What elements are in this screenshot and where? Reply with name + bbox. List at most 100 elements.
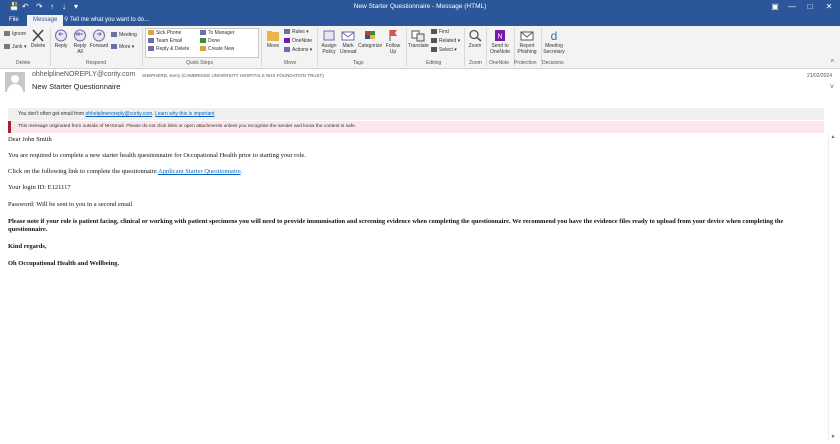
meeting-secretary-label: Meeting Secretary	[543, 43, 565, 55]
learn-why-link[interactable]: Learn why this is important	[155, 111, 214, 117]
quick-step-label: Done	[208, 38, 220, 44]
rules-button[interactable]: Rules ▾	[284, 29, 309, 36]
message-subject: New Starter Questionnaire	[32, 82, 121, 91]
quick-step-item[interactable]: Done	[200, 38, 220, 45]
info-email-link[interactable]: ohhelplinenoreply@cority.com	[85, 111, 152, 117]
more-button[interactable]: More ▾	[111, 44, 134, 51]
quick-step-item[interactable]: To Manager	[200, 30, 234, 37]
send-to-onenote-label: Send to OneNote	[489, 43, 510, 55]
meeting-label: Meeting	[119, 32, 137, 38]
tell-me-label: Tell me what you want to do...	[69, 17, 150, 23]
actions-button[interactable]: Actions ▾	[284, 47, 312, 54]
translate-button[interactable]: Translate	[408, 29, 429, 49]
paragraph-2-prefix: Click on the following link to complete …	[8, 168, 157, 175]
move-group-label: Move	[284, 60, 297, 66]
ribbon-display-options-icon[interactable]: ▣	[768, 1, 782, 13]
close-button[interactable]: ✕	[822, 1, 836, 13]
send-to-onenote-button[interactable]: N Send to OneNote	[488, 29, 512, 55]
decisions-group-label: Decisions	[542, 60, 564, 66]
forward-icon	[93, 29, 105, 42]
junk-button[interactable]: Junk ▾	[4, 44, 26, 51]
maximize-button[interactable]: □	[803, 1, 817, 13]
report-phishing-label: Report Phishing	[517, 43, 537, 55]
sender-avatar	[5, 72, 25, 92]
scroll-down-icon[interactable]: ▼	[829, 434, 837, 440]
questionnaire-link[interactable]: Applicant Starter Questionnaire	[158, 168, 241, 175]
reply-button[interactable]: Reply	[53, 29, 69, 49]
meeting-secretary-button[interactable]: d Meeting Secretary	[542, 29, 566, 55]
move-label: Move	[266, 43, 280, 49]
quick-step-icon	[148, 30, 154, 35]
quick-step-label: Team Email	[156, 38, 183, 44]
external-warning-banner: This message originated from outside of …	[8, 121, 824, 133]
rules-icon	[284, 29, 290, 34]
meeting-icon	[111, 32, 117, 37]
reply-all-label: Reply All	[73, 43, 87, 55]
lightbulb-icon: ⚲	[64, 17, 69, 23]
delete-button[interactable]: Delete	[30, 29, 46, 49]
move-button[interactable]: Move	[264, 29, 282, 49]
separator	[464, 28, 465, 66]
onenote-group-label: OneNote	[489, 60, 510, 66]
zoom-button[interactable]: Zoom	[467, 29, 483, 49]
quick-step-icon	[148, 46, 154, 51]
related-button[interactable]: Related ▾	[431, 38, 460, 45]
minimize-button[interactable]: —	[785, 1, 799, 13]
folder-icon	[267, 31, 279, 41]
assign-policy-button[interactable]: Assign Policy	[319, 29, 339, 55]
ignore-button[interactable]: Ignore	[4, 31, 26, 38]
recipient[interactable]: SHEPHERD, Kerry (CAMBRIDGE UNIVERSITY HO…	[142, 73, 324, 78]
tags-group-label: Tags	[353, 60, 364, 66]
find-button[interactable]: Find	[431, 29, 449, 36]
expand-header-icon[interactable]: ˅	[830, 84, 834, 91]
policy-icon	[323, 30, 335, 41]
onenote-icon	[284, 38, 290, 43]
onenote-button[interactable]: OneNote	[284, 38, 312, 45]
vertical-scrollbar[interactable]: ▲ ▼	[828, 134, 837, 440]
quick-step-label: Sick Phone	[156, 30, 182, 36]
collapse-ribbon-icon[interactable]: ˄	[830, 59, 834, 65]
tab-file[interactable]: File	[9, 15, 19, 26]
paragraph-2-suffix: .	[240, 168, 243, 175]
info-prefix: You don't often get email from	[18, 111, 85, 117]
related-icon	[431, 38, 437, 43]
junk-icon	[4, 44, 10, 49]
magnifier-icon	[469, 29, 482, 42]
actions-icon	[284, 47, 290, 52]
search-icon	[431, 29, 437, 34]
reply-all-button[interactable]: Reply All	[71, 29, 89, 55]
scroll-up-icon[interactable]: ▲	[829, 134, 837, 140]
quick-step-item[interactable]: Team Email	[148, 38, 182, 45]
login-id: Your login ID: E121117	[8, 184, 71, 191]
quick-step-item[interactable]: Sick Phone	[148, 30, 181, 37]
follow-up-button[interactable]: Follow Up	[384, 29, 402, 55]
separator	[317, 28, 318, 66]
sender-email[interactable]: ohhelplineNOREPLY@cority.com	[32, 71, 135, 78]
categorize-button[interactable]: Categorize	[358, 29, 382, 49]
tab-message[interactable]: Message	[27, 15, 64, 26]
more-label: More	[119, 44, 131, 50]
greeting: Dear John Smith	[8, 136, 52, 143]
translate-label: Translate	[408, 43, 429, 49]
regards: Kind regards,	[8, 243, 47, 250]
warning-text: This message originated from outside of …	[18, 124, 357, 129]
select-button[interactable]: Select ▾	[431, 47, 457, 54]
forward-button[interactable]: Forward	[89, 29, 109, 49]
mark-unread-button[interactable]: Mark Unread	[340, 29, 356, 55]
important-note: Please note if your role is patient faci…	[8, 218, 784, 233]
tell-me-search[interactable]: ⚲ Tell me what you want to do...	[64, 15, 149, 26]
quick-step-item[interactable]: Create New	[200, 46, 234, 53]
select-label: Select	[439, 47, 453, 53]
select-icon	[431, 47, 437, 52]
quick-step-item[interactable]: Reply & Delete	[148, 46, 189, 53]
assign-policy-label: Assign Policy	[321, 43, 337, 55]
report-phishing-button[interactable]: Report Phishing	[515, 29, 539, 55]
ignore-label: Ignore	[12, 31, 27, 37]
paragraph-1: You are required to complete a new start…	[8, 152, 306, 159]
mark-unread-label: Mark Unread	[340, 43, 357, 55]
meeting-button[interactable]: Meeting	[111, 32, 137, 39]
message-date: 21/02/2024	[806, 73, 832, 79]
flag-icon	[389, 30, 397, 41]
forward-label: Forward	[89, 43, 109, 49]
follow-up-label: Follow Up	[385, 43, 401, 55]
